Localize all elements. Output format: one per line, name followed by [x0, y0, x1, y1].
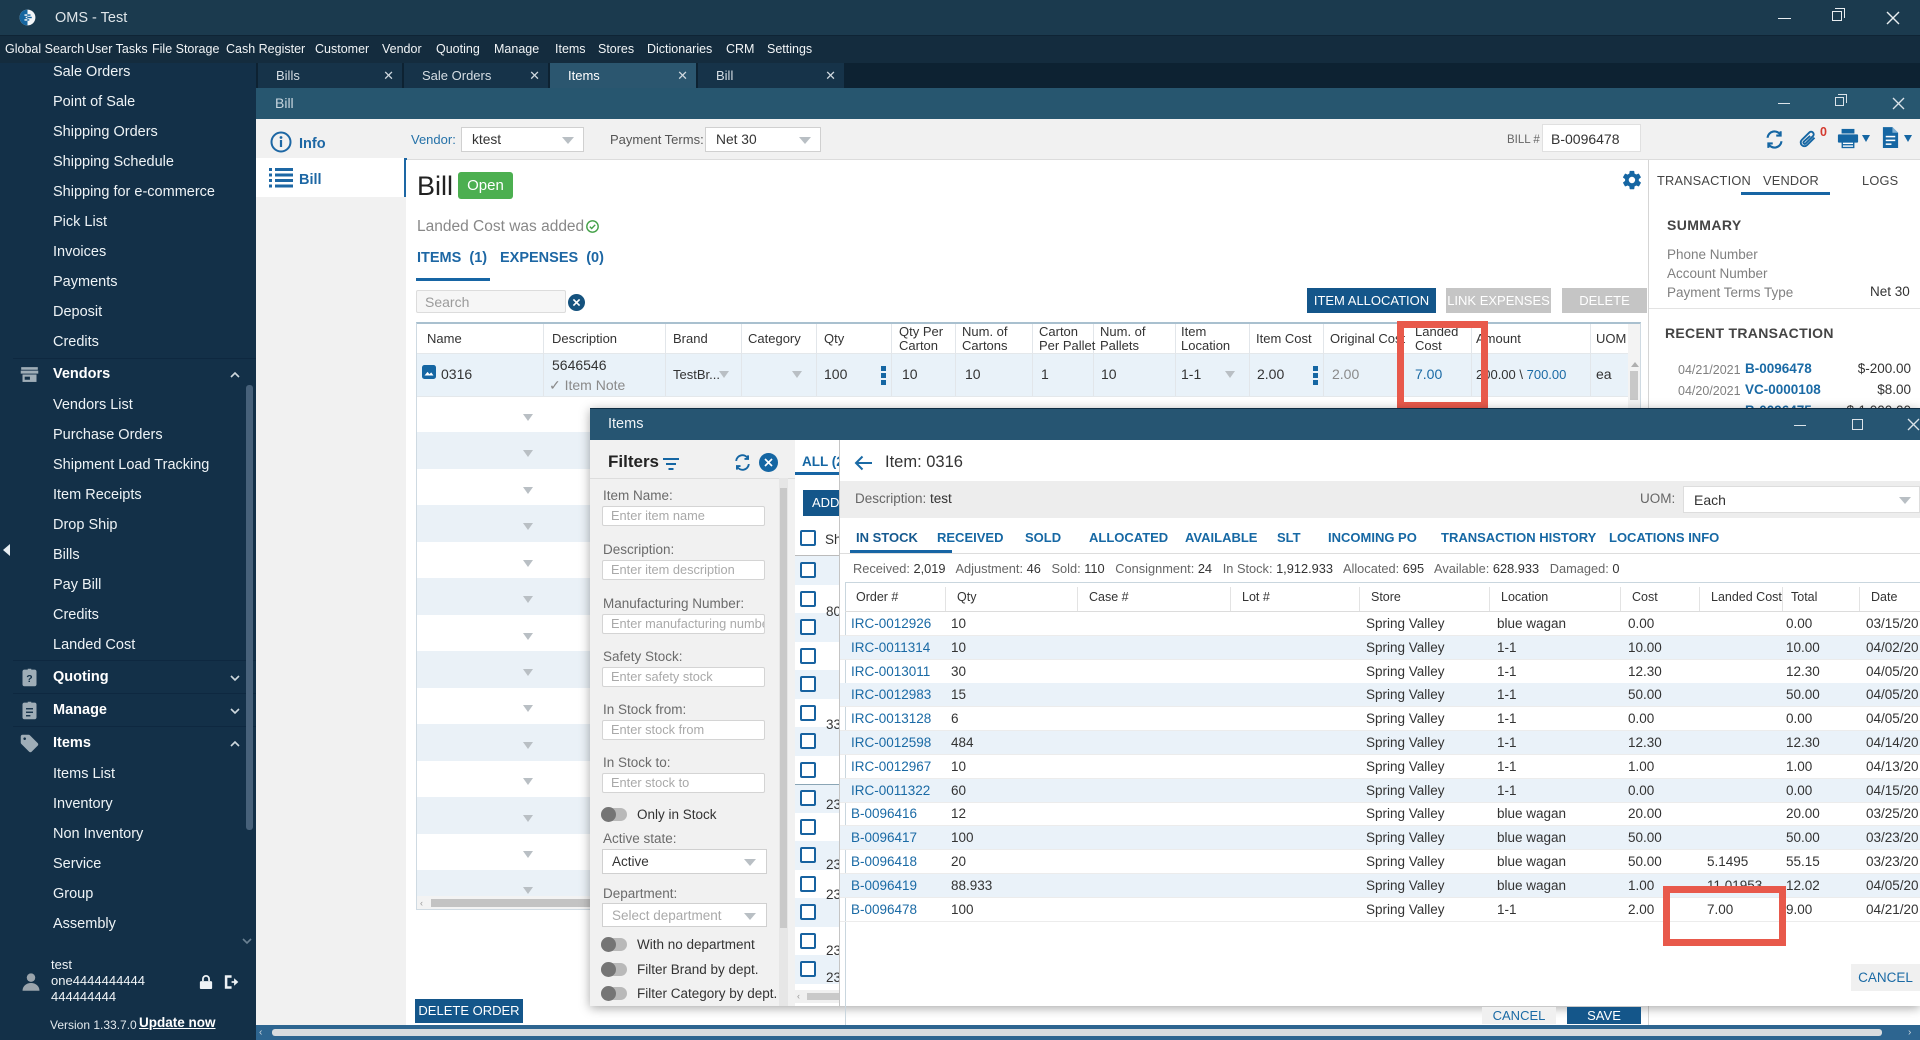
- svg-text:?: ?: [26, 673, 32, 685]
